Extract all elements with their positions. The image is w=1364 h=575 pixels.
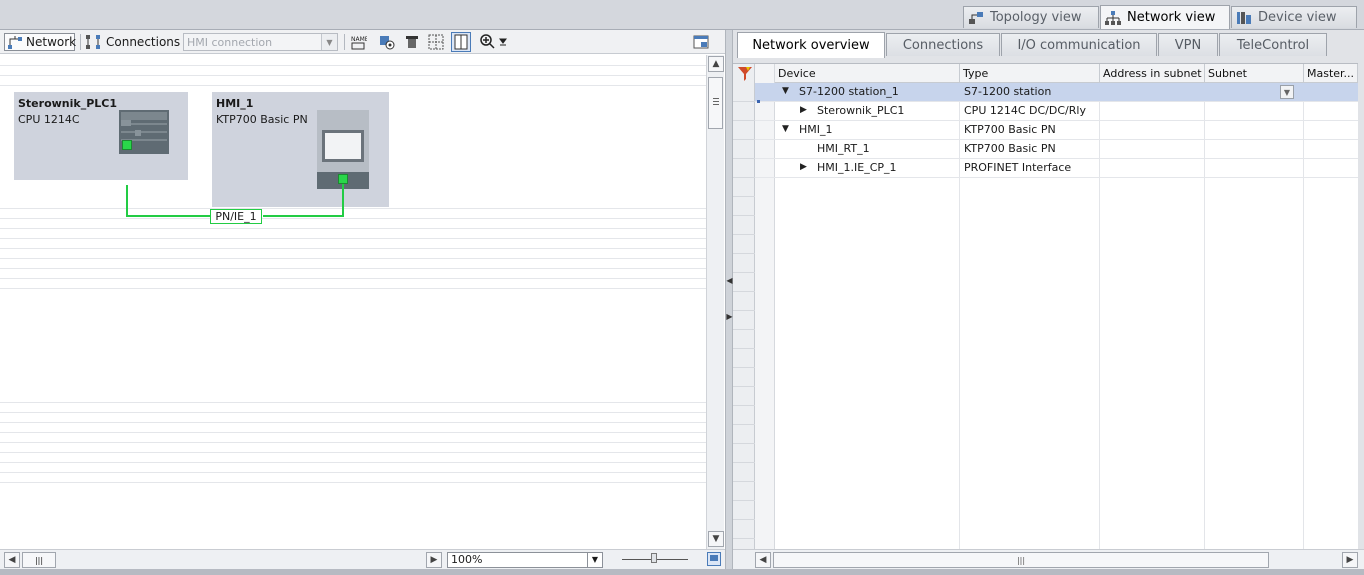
chevron-down-icon[interactable]: ▼: [321, 34, 337, 50]
hmi-connection-value: HMI connection: [187, 36, 273, 49]
network-mode-label: Network: [26, 35, 77, 49]
table-row[interactable]: ▼ S7-1200 station_1 S7-1200 station ▼: [755, 83, 1358, 102]
network-canvas[interactable]: Sterownik_PLC1 CPU 1214C HMI_1 KTP700 Ba: [0, 55, 706, 549]
overview-bottom-bar: ◀ ||| ▶: [733, 549, 1364, 569]
network-icon: [1105, 10, 1121, 26]
tia-portal-window: Topology view Network view Device view N…: [0, 0, 1364, 575]
tab-telecontrol[interactable]: TeleControl: [1219, 33, 1327, 56]
col-header-subnet[interactable]: Subnet: [1205, 64, 1304, 83]
tab-network-overview[interactable]: Network overview: [737, 32, 885, 58]
expand-closed-icon[interactable]: ▶: [800, 105, 807, 115]
network-mode-button[interactable]: Network: [4, 33, 77, 51]
show-names-icon[interactable]: NAME: [351, 34, 367, 50]
collapse-left-icon[interactable]: ◀: [726, 270, 732, 290]
cell-type: KTP700 Basic PN: [964, 123, 1056, 136]
table-row[interactable]: ▼ HMI_1 KTP700 Basic PN: [755, 121, 1358, 140]
tab-io-communication[interactable]: I/O communication: [1001, 33, 1157, 56]
network-editor: Network Connections HMI connection ▼ NAM…: [0, 30, 726, 575]
tab-device-view-label: Device view: [1258, 10, 1337, 25]
fit-to-view-icon[interactable]: [707, 552, 721, 566]
expand-closed-icon[interactable]: ▶: [800, 162, 807, 172]
device-icon: [1236, 10, 1252, 26]
tab-network-view-label: Network view: [1127, 10, 1216, 25]
subnet-label[interactable]: PN/IE_1: [210, 209, 262, 224]
col-header-master[interactable]: Master...: [1304, 64, 1358, 83]
connections-mode-button[interactable]: Connections: [86, 33, 181, 51]
cell-device: Sterownik_PLC1: [817, 104, 905, 117]
cell-type: CPU 1214C DC/DC/Rly: [964, 104, 1086, 117]
zoom-icon[interactable]: [480, 34, 510, 50]
overview-tab-bar: Network overview Connections I/O communi…: [733, 30, 1364, 58]
tab-topology-view[interactable]: Topology view: [963, 6, 1099, 28]
scroll-right-icon[interactable]: ▶: [1342, 552, 1358, 568]
grid-icon[interactable]: [428, 34, 444, 50]
device-icon[interactable]: [404, 34, 420, 50]
expand-right-icon[interactable]: ▶: [726, 306, 732, 326]
zoom-slider-handle[interactable]: [651, 553, 657, 563]
highlight-icon[interactable]: [379, 34, 395, 50]
network-overview-panel: Network overview Connections I/O communi…: [733, 30, 1364, 575]
table-row[interactable]: HMI_RT_1 KTP700 Basic PN: [755, 140, 1358, 159]
cell-device: S7-1200 station_1: [799, 85, 899, 98]
toolbar-separator: [80, 34, 81, 50]
zoom-value: 100%: [451, 553, 483, 566]
expand-open-icon[interactable]: ▼: [782, 86, 789, 96]
editor-bottom-bar: ◀ ||| ▶ 100% ▼: [0, 549, 726, 569]
cell-device: HMI_1: [799, 123, 833, 136]
panel-splitter[interactable]: ◀ ▶: [725, 30, 733, 575]
tab-vpn[interactable]: VPN: [1158, 33, 1218, 56]
col-header-device[interactable]: Device: [775, 64, 960, 83]
overview-table: Device Type Address in subnet Subnet Mas…: [733, 63, 1358, 550]
cell-type: S7-1200 station: [964, 85, 1052, 98]
scroll-left-icon[interactable]: ◀: [755, 552, 771, 568]
scroll-thumb[interactable]: [708, 77, 723, 129]
horizontal-scroll-thumb[interactable]: |||: [773, 552, 1269, 568]
hmi-connection-select[interactable]: HMI connection ▼: [183, 33, 338, 51]
cell-device: HMI_RT_1: [817, 142, 870, 155]
connections-mode-icon: [86, 35, 100, 49]
table-row[interactable]: ▶ Sterownik_PLC1 CPU 1214C DC/DC/Rly: [755, 102, 1358, 121]
expand-open-icon[interactable]: ▼: [782, 124, 789, 134]
network-mode-icon: [8, 35, 22, 49]
connections-mode-label: Connections: [106, 35, 181, 49]
tab-network-view[interactable]: Network view: [1100, 5, 1230, 29]
tab-device-view[interactable]: Device view: [1231, 6, 1357, 28]
subnet-line[interactable]: [0, 55, 706, 549]
topology-icon: [968, 10, 984, 26]
editor-toolbar: Network Connections HMI connection ▼ NAM…: [0, 30, 726, 54]
svg-text:NAME: NAME: [351, 36, 367, 43]
vertical-scrollbar[interactable]: ▲ ▼: [706, 55, 724, 549]
col-header-address[interactable]: Address in subnet: [1100, 64, 1205, 83]
table-row[interactable]: ▶ HMI_1.IE_CP_1 PROFINET Interface: [755, 159, 1358, 178]
tab-connections[interactable]: Connections: [886, 33, 1000, 56]
cell-device: HMI_1.IE_CP_1: [817, 161, 897, 174]
cell-type: PROFINET Interface: [964, 161, 1072, 174]
toolbar-separator: [344, 34, 345, 50]
save-layout-icon[interactable]: [693, 34, 709, 50]
scroll-left-icon[interactable]: ◀: [4, 552, 20, 568]
cell-type: KTP700 Basic PN: [964, 142, 1056, 155]
status-bar: [0, 569, 1364, 575]
scroll-right-icon[interactable]: ▶: [426, 552, 442, 568]
tab-topology-view-label: Topology view: [990, 10, 1082, 25]
view-tab-bar: Topology view Network view Device view: [0, 0, 1364, 30]
col-header-type[interactable]: Type: [960, 64, 1100, 83]
scroll-down-icon[interactable]: ▼: [708, 531, 724, 547]
chevron-down-icon[interactable]: ▼: [1280, 85, 1294, 99]
zoom-select[interactable]: 100% ▼: [447, 552, 603, 568]
scroll-up-icon[interactable]: ▲: [708, 56, 724, 72]
chevron-down-icon[interactable]: ▼: [587, 553, 602, 567]
horizontal-scroll-thumb[interactable]: |||: [22, 552, 56, 568]
page-break-icon[interactable]: [451, 32, 471, 52]
